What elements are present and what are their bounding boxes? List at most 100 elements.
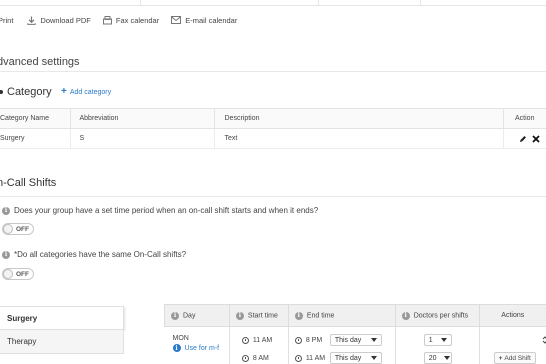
- email-calendar-label: E-mail calendar: [185, 15, 238, 25]
- info-icon: i: [294, 311, 303, 320]
- clock-icon: [241, 336, 249, 344]
- caret-down-icon: [370, 338, 377, 342]
- question-text: Does your group have a set time period w…: [14, 206, 319, 215]
- info-icon: i: [172, 344, 181, 352]
- top-table-edge: [0, 0, 546, 6]
- calendar-toolbar: Print Download PDF Fax calendar E-mail c…: [0, 14, 249, 26]
- add-shift-button[interactable]: + Add Shift: [493, 352, 536, 364]
- toggle-label: OFF: [16, 270, 29, 278]
- print-button[interactable]: Print: [0, 16, 13, 25]
- category-title-text: Category: [7, 86, 52, 98]
- email-calendar-button[interactable]: E-mail calendar: [171, 16, 237, 25]
- column-doctors-per-shift: i Doctors per shifts: [394, 304, 480, 327]
- day-cell: MON i Use for m-f: [164, 326, 230, 364]
- shifts-table: i Day i Start time i End time i Doctors per …: [164, 304, 546, 364]
- use-for-mf-link[interactable]: i Use for m-f: [172, 344, 229, 352]
- end-day-select[interactable]: This day: [329, 352, 382, 364]
- same-shifts-toggle[interactable]: OFF: [2, 268, 34, 280]
- column-category-name: Category Name: [0, 108, 71, 129]
- add-category-label: Add category: [69, 88, 112, 96]
- column-action: Action: [503, 108, 546, 129]
- sidebar-item-label: Therapy: [7, 337, 37, 346]
- day-name: MON: [172, 335, 189, 342]
- info-icon: i: [2, 206, 10, 215]
- category-table: Category Name Abbreviation Description A…: [0, 108, 546, 149]
- doctors-value: 1: [428, 336, 433, 344]
- info-icon: i: [171, 311, 179, 320]
- download-pdf-button[interactable]: Download PDF: [27, 15, 91, 25]
- end-day-value: This day: [334, 336, 362, 344]
- table-row: Surgery S Text: [0, 128, 546, 149]
- clock-icon: [294, 336, 302, 344]
- fax-calendar-button[interactable]: Fax calendar: [102, 15, 160, 25]
- expand-icon[interactable]: [542, 336, 546, 344]
- plus-icon: +: [61, 86, 67, 97]
- clock-icon: [241, 354, 249, 362]
- use-for-mf-label: Use for m-f: [184, 344, 220, 352]
- toggle-label: OFF: [16, 225, 29, 233]
- question-set-time-period: i Does your group have a set time period…: [2, 206, 318, 215]
- add-category-link[interactable]: + Add category: [61, 86, 112, 97]
- clock-icon: [294, 354, 302, 362]
- doctors-select[interactable]: 20: [423, 352, 452, 364]
- download-icon: [27, 16, 37, 25]
- toggle-knob: [3, 224, 13, 234]
- description-cell: Text: [214, 128, 504, 149]
- caret-down-icon: [440, 338, 447, 342]
- question-text: *Do all categories have the same On-Call…: [14, 250, 187, 259]
- table-row: MON i Use for m-f 11 AM 8 AM 8 PM This d…: [164, 326, 546, 364]
- add-shift-label: Add Shift: [504, 354, 531, 362]
- column-doctors-label: Doctors per shifts: [413, 312, 469, 319]
- info-icon: i: [401, 311, 410, 320]
- advanced-settings-title: dvanced settings: [0, 56, 80, 68]
- start-time-value: 11 AM: [252, 336, 273, 344]
- end-day-select[interactable]: This day: [329, 334, 382, 346]
- column-actions-label: Actions: [501, 312, 525, 319]
- category-table-header: Category Name Abbreviation Description A…: [0, 108, 546, 129]
- sidebar-item-therapy[interactable]: Therapy: [0, 330, 124, 354]
- info-icon: i: [235, 311, 244, 320]
- on-call-shifts-title: n-Call Shifts: [0, 177, 57, 189]
- bullet-icon: [0, 90, 3, 94]
- column-day-label: Day: [183, 312, 196, 319]
- envelope-icon: [171, 16, 182, 24]
- toggle-knob: [3, 269, 13, 279]
- end-time-value: 8 PM: [305, 336, 323, 344]
- question-same-shifts: i *Do all categories have the same On-Ca…: [2, 250, 186, 259]
- caret-down-icon: [370, 356, 377, 360]
- column-description: Description: [214, 108, 504, 129]
- divider: [0, 71, 546, 72]
- shifts-table-header: i Day i Start time i End time i Doctors per …: [164, 304, 546, 327]
- category-title: Category: [0, 86, 52, 98]
- start-time-value: 8 AM: [252, 354, 269, 362]
- doctors-select[interactable]: 1: [423, 334, 452, 346]
- divider: [0, 196, 546, 197]
- column-actions: Actions: [478, 304, 546, 327]
- end-time-cell: 8 PM This day 11 AM This day: [288, 326, 396, 364]
- delete-x-icon[interactable]: [532, 134, 540, 143]
- category-name-cell: Surgery: [0, 128, 71, 149]
- fax-calendar-label: Fax calendar: [115, 15, 160, 25]
- category-sidebar: Surgery Therapy: [0, 306, 124, 354]
- fax-icon: [102, 15, 112, 24]
- sidebar-item-surgery[interactable]: Surgery: [0, 306, 124, 330]
- doctors-value: 20: [428, 354, 437, 362]
- plus-icon: +: [498, 354, 503, 362]
- doctors-cell: 1 20: [395, 326, 480, 364]
- action-cell: [503, 128, 546, 149]
- download-pdf-label: Download PDF: [40, 15, 91, 25]
- column-day: i Day: [164, 304, 230, 327]
- start-time-cell: 11 AM 8 AM: [229, 326, 289, 364]
- abbreviation-cell: S: [70, 128, 215, 149]
- caret-down-icon: [444, 356, 451, 360]
- sidebar-item-label: Surgery: [7, 313, 38, 323]
- column-end-time: i End time: [287, 304, 396, 327]
- print-label: Print: [0, 15, 14, 25]
- actions-cell: + Add Shift: [479, 327, 546, 364]
- end-time-value: 11 AM: [305, 354, 326, 362]
- set-time-period-toggle[interactable]: OFF: [2, 223, 34, 235]
- column-start-label: Start time: [247, 312, 278, 319]
- column-end-label: End time: [306, 312, 335, 319]
- end-day-value: This day: [334, 354, 362, 362]
- edit-pencil-icon[interactable]: [519, 135, 527, 143]
